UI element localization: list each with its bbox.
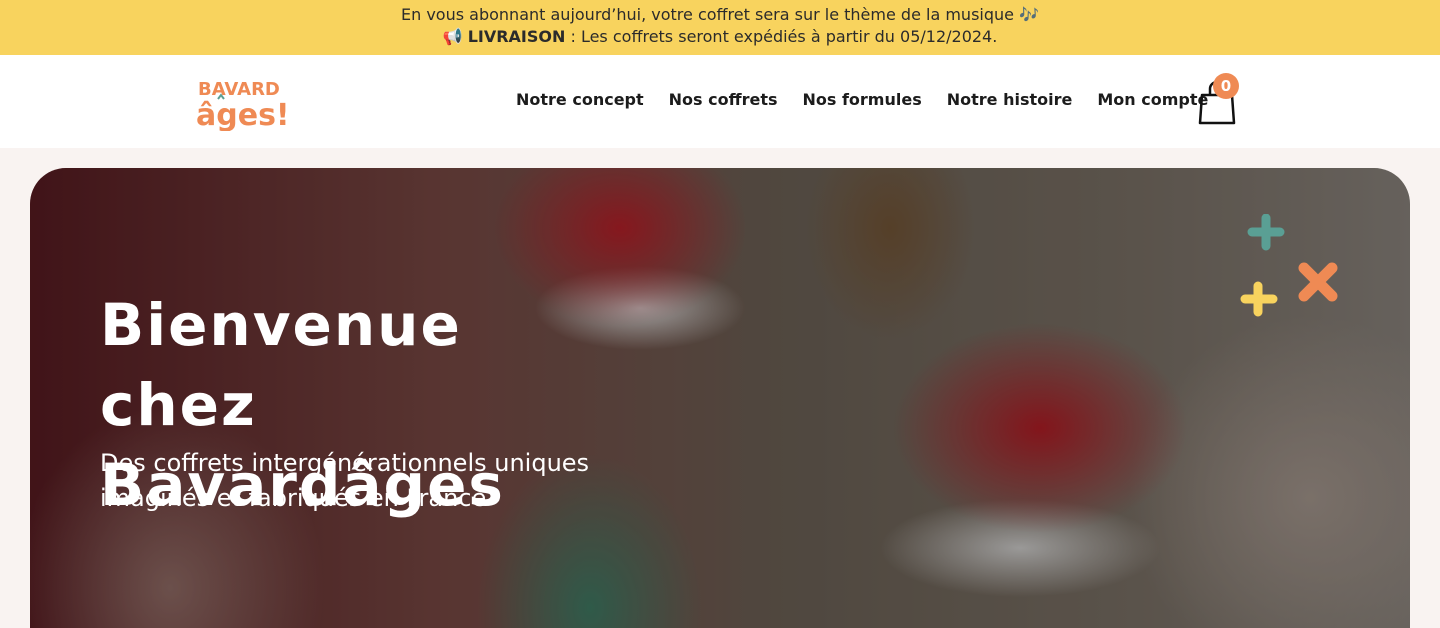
megaphone-icon: 📢: [442, 27, 463, 46]
announcement-delivery-label: LIVRAISON: [467, 27, 566, 46]
site-header: BAVARD âges! Notre concept Nos coffrets …: [0, 55, 1440, 148]
brand-logo[interactable]: BAVARD âges!: [196, 75, 290, 133]
nav-item-notre-concept[interactable]: Notre concept: [516, 90, 644, 109]
announcement-delivery-text: : Les coffrets seront expédiés à partir …: [565, 27, 998, 46]
nav-item-mon-compte[interactable]: Mon compte: [1097, 90, 1208, 109]
announcement-bar: En vous abonnant aujourd’hui, votre coff…: [0, 0, 1440, 55]
hero-banner: Bienvenue chez Bavardâges Des coffrets i…: [30, 168, 1410, 628]
hero-subtitle: Des coffrets intergénérationnels uniques…: [100, 449, 590, 512]
announcement-line-2: 📢 LIVRAISON : Les coffrets seront expédi…: [0, 26, 1440, 48]
nav-item-notre-histoire[interactable]: Notre histoire: [947, 90, 1073, 109]
nav-item-nos-coffrets[interactable]: Nos coffrets: [669, 90, 778, 109]
main-nav: Notre concept Nos coffrets Nos formules …: [516, 90, 1233, 109]
announcement-line-1: En vous abonnant aujourd’hui, votre coff…: [401, 5, 1039, 24]
logo-text-bottom: âges!: [196, 98, 288, 131]
nav-item-nos-formules[interactable]: Nos formules: [802, 90, 921, 109]
cart-count-badge: 0: [1213, 73, 1239, 99]
decorative-crosses-icon: [1240, 214, 1338, 317]
logo-text-top: BAVARD: [198, 79, 280, 100]
